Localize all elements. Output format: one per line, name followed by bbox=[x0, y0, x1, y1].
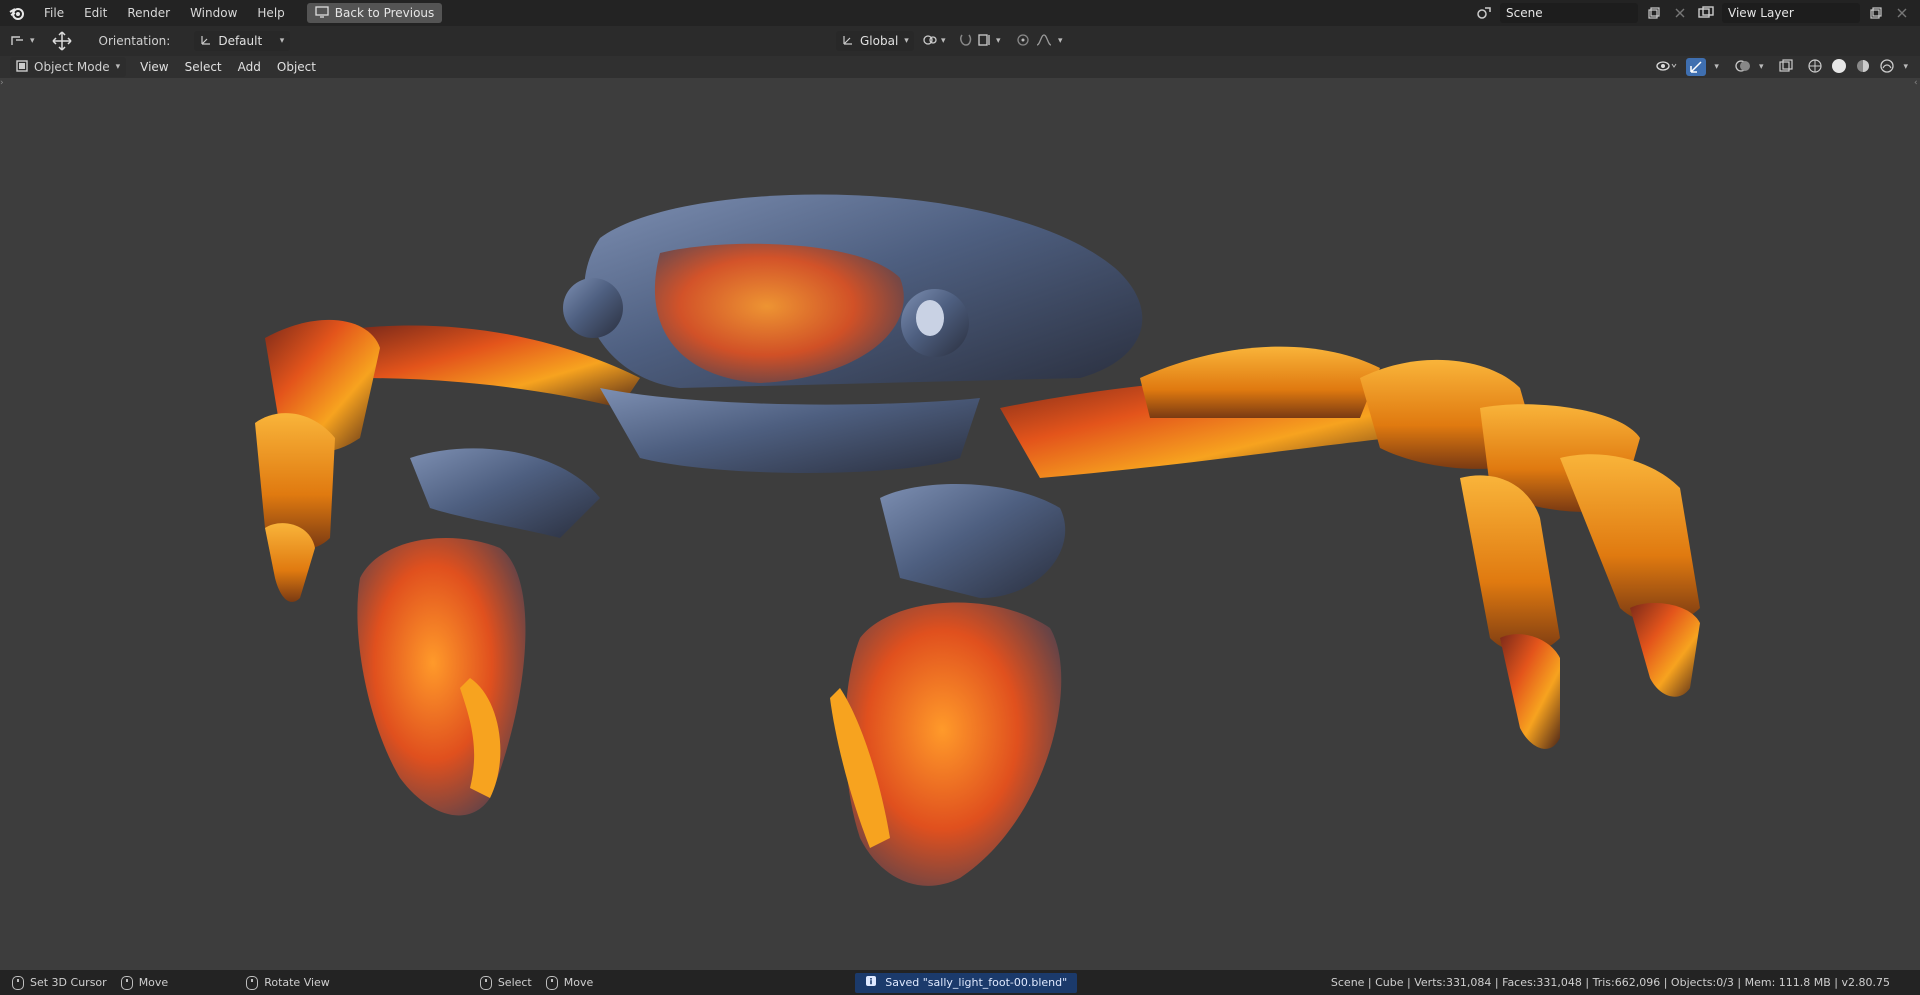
menu-file[interactable]: File bbox=[34, 0, 74, 26]
chevron-down-icon: ▾ bbox=[115, 62, 121, 72]
copy-icon[interactable] bbox=[1644, 3, 1664, 23]
viewport-shading-controls: ▾ ▾ ▾ bbox=[1656, 56, 1908, 78]
shading-rendered-icon[interactable] bbox=[1879, 58, 1895, 77]
cursor-tool-icon bbox=[10, 33, 26, 50]
blender-logo-icon[interactable] bbox=[0, 0, 34, 26]
orientation-value: Default bbox=[218, 34, 263, 48]
crab-model bbox=[255, 194, 1700, 886]
snap-icon bbox=[958, 33, 974, 50]
visibility-icon[interactable] bbox=[1656, 59, 1678, 76]
viewport-header: Object Mode ▾ View Select Add Object ▾ ▾ bbox=[0, 56, 1920, 78]
view-menu[interactable]: View bbox=[132, 56, 176, 78]
chevron-down-icon: ▾ bbox=[996, 36, 1001, 46]
back-to-previous-button[interactable]: Back to Previous bbox=[306, 3, 443, 23]
scene-name: Scene bbox=[1506, 6, 1543, 20]
3d-viewport[interactable]: › ‹ bbox=[0, 78, 1920, 970]
monitor-icon bbox=[315, 5, 329, 21]
left-panel-toggle[interactable]: › bbox=[0, 78, 6, 88]
shading-solid-icon[interactable] bbox=[1831, 58, 1847, 77]
transform-orientation-value: Global bbox=[860, 34, 899, 48]
object-mode-icon bbox=[16, 59, 28, 75]
top-bar: File Edit Render Window Help Back to Pre… bbox=[0, 0, 1920, 26]
mouse-icon bbox=[120, 975, 133, 990]
proportional-controls[interactable]: ▾ bbox=[1016, 30, 1063, 52]
pivot-icon bbox=[922, 33, 938, 50]
proportional-icon bbox=[1016, 33, 1030, 50]
hint-move-2: Move bbox=[545, 975, 594, 990]
pivot-dropdown[interactable]: ▾ bbox=[922, 30, 946, 52]
right-panel-toggle[interactable]: ‹ bbox=[1914, 78, 1920, 88]
menu-edit[interactable]: Edit bbox=[74, 0, 117, 26]
hint-label: Move bbox=[138, 976, 169, 989]
hint-rotate-view: Rotate View bbox=[246, 975, 330, 990]
chevron-down-icon[interactable]: ▾ bbox=[1759, 62, 1764, 72]
view-layer-icon[interactable] bbox=[1696, 3, 1716, 23]
scene-icon[interactable] bbox=[1474, 3, 1494, 23]
menu-help[interactable]: Help bbox=[247, 0, 294, 26]
shading-material-icon[interactable] bbox=[1855, 58, 1871, 77]
saved-notification[interactable]: Saved "sally_light_foot-00.blend" bbox=[855, 972, 1078, 993]
tool-header: ▾ Orientation: Default ▾ Global ▾ ▾ ▾ ▾ bbox=[0, 26, 1920, 56]
mode-dropdown[interactable]: Object Mode ▾ bbox=[10, 57, 127, 77]
hint-move: Move bbox=[120, 975, 169, 990]
mouse-icon bbox=[246, 975, 259, 990]
mode-label: Object Mode bbox=[34, 60, 110, 74]
chevron-down-icon: ▾ bbox=[904, 36, 909, 46]
mouse-icon bbox=[545, 975, 558, 990]
menu-render[interactable]: Render bbox=[117, 0, 180, 26]
xray-icon[interactable] bbox=[1779, 58, 1794, 76]
falloff-icon bbox=[1036, 33, 1052, 50]
copy-icon[interactable] bbox=[1866, 3, 1886, 23]
hint-label: Rotate View bbox=[264, 976, 330, 989]
close-icon[interactable] bbox=[1892, 3, 1912, 23]
gizmo-icon[interactable] bbox=[1686, 58, 1707, 76]
overlay-icon[interactable] bbox=[1735, 58, 1751, 77]
axes-icon bbox=[842, 34, 854, 49]
shading-wireframe-icon[interactable] bbox=[1807, 58, 1823, 77]
mouse-icon bbox=[479, 975, 492, 990]
orientation-axes-icon bbox=[200, 34, 212, 49]
orientation-label: Orientation: bbox=[98, 34, 171, 48]
object-menu[interactable]: Object bbox=[269, 56, 324, 78]
chevron-down-icon: ▾ bbox=[1058, 36, 1063, 46]
scene-stats: Scene | Cube | Verts:331,084 | Faces:331… bbox=[1330, 976, 1890, 989]
view-layer-field[interactable]: View Layer bbox=[1722, 3, 1860, 23]
select-menu[interactable]: Select bbox=[177, 56, 230, 78]
scene-field[interactable]: Scene bbox=[1500, 3, 1638, 23]
chevron-down-icon[interactable]: ▾ bbox=[1714, 62, 1719, 72]
info-icon bbox=[865, 975, 877, 990]
transform-orientation-dropdown[interactable]: Global ▾ bbox=[836, 31, 914, 51]
tool-select-dropdown[interactable]: ▾ bbox=[10, 30, 35, 52]
chevron-down-icon[interactable]: ▾ bbox=[1903, 62, 1908, 72]
snap-target-icon bbox=[978, 33, 992, 50]
snap-controls[interactable]: ▾ bbox=[958, 30, 1001, 52]
back-button-label: Back to Previous bbox=[334, 6, 435, 20]
add-menu[interactable]: Add bbox=[230, 56, 269, 78]
hint-label: Select bbox=[497, 976, 532, 989]
chevron-down-icon: ▾ bbox=[941, 36, 946, 46]
hint-set-3d-cursor: Set 3D Cursor bbox=[12, 975, 107, 990]
hint-label: Set 3D Cursor bbox=[30, 976, 107, 989]
orientation-dropdown[interactable]: Default ▾ bbox=[194, 31, 291, 51]
mouse-icon bbox=[12, 975, 24, 990]
transform-gizmo-icon[interactable] bbox=[51, 30, 73, 52]
hint-label: Move bbox=[563, 976, 594, 989]
chevron-down-icon: ▾ bbox=[279, 36, 285, 46]
chevron-down-icon: ▾ bbox=[30, 36, 35, 46]
hint-select: Select bbox=[479, 975, 532, 990]
menu-window[interactable]: Window bbox=[180, 0, 247, 26]
view-layer-name: View Layer bbox=[1728, 6, 1794, 20]
close-icon[interactable] bbox=[1670, 3, 1690, 23]
saved-message: Saved "sally_light_foot-00.blend" bbox=[885, 976, 1068, 989]
topbar-right: Scene View Layer bbox=[1474, 0, 1920, 26]
status-bar: Set 3D Cursor Move Rotate View Select Mo… bbox=[0, 970, 1920, 995]
